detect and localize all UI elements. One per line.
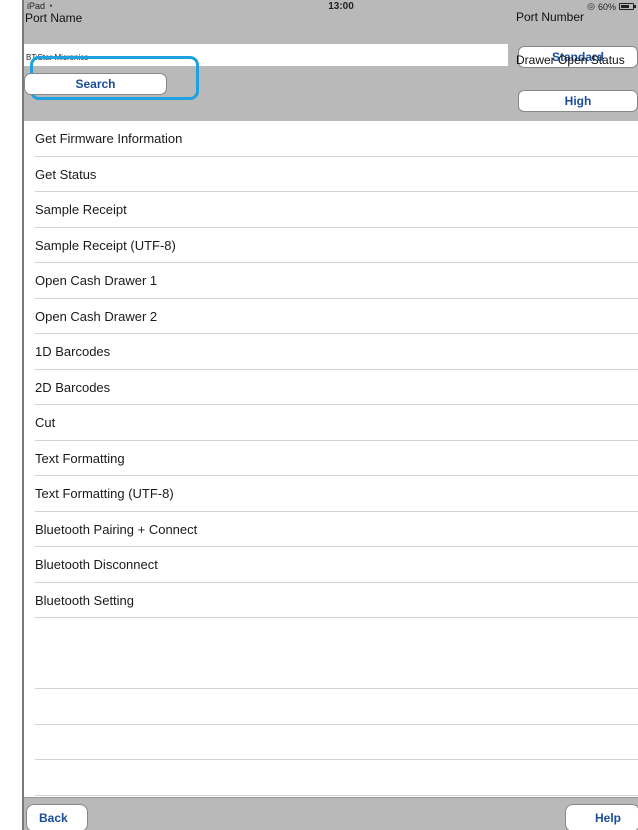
empty-row [24, 725, 638, 761]
list-item-2d-barcodes[interactable]: 2D Barcodes [24, 370, 638, 406]
list-item-text-formatting-utf8[interactable]: Text Formatting (UTF-8) [24, 476, 638, 512]
drawer-open-status-label: Drawer Open Status [516, 53, 625, 67]
command-list: Get Firmware Information Get Status Samp… [24, 121, 638, 796]
empty-row [24, 618, 638, 654]
search-button[interactable]: Search [24, 73, 167, 95]
status-battery: ◎ 60% [587, 1, 636, 12]
empty-row [24, 760, 638, 796]
list-item-get-firmware-information[interactable]: Get Firmware Information [24, 121, 638, 157]
battery-percent: 60% [597, 1, 616, 12]
list-item-1d-barcodes[interactable]: 1D Barcodes [24, 334, 638, 370]
header-panel: iPad ◔ 13:00 ◎ 60% Port Name BT:Star Mic… [24, 0, 638, 121]
help-button[interactable]: Help [565, 804, 638, 830]
empty-row [24, 654, 638, 690]
list-item-open-cash-drawer-2[interactable]: Open Cash Drawer 2 [24, 299, 638, 335]
footer-toolbar: Back Help [24, 797, 638, 830]
back-button[interactable]: Back [26, 804, 88, 830]
port-name-label: Port Name [25, 11, 83, 25]
list-item-cut[interactable]: Cut [24, 405, 638, 441]
empty-row [24, 689, 638, 725]
drawer-open-status-button[interactable]: High [518, 90, 638, 112]
list-item-open-cash-drawer-1[interactable]: Open Cash Drawer 1 [24, 263, 638, 299]
list-item-sample-receipt[interactable]: Sample Receipt [24, 192, 638, 228]
battery-icon [619, 3, 636, 10]
list-item-sample-receipt-utf8[interactable]: Sample Receipt (UTF-8) [24, 228, 638, 264]
port-number-label: Port Number [516, 10, 585, 24]
list-item-bluetooth-pairing-connect[interactable]: Bluetooth Pairing + Connect [24, 512, 638, 548]
list-item-bluetooth-disconnect[interactable]: Bluetooth Disconnect [24, 547, 638, 583]
orientation-lock-icon: ◎ [587, 1, 595, 11]
list-item-bluetooth-setting[interactable]: Bluetooth Setting [24, 583, 638, 619]
list-item-text-formatting[interactable]: Text Formatting [24, 441, 638, 477]
list-item-get-status[interactable]: Get Status [24, 157, 638, 193]
